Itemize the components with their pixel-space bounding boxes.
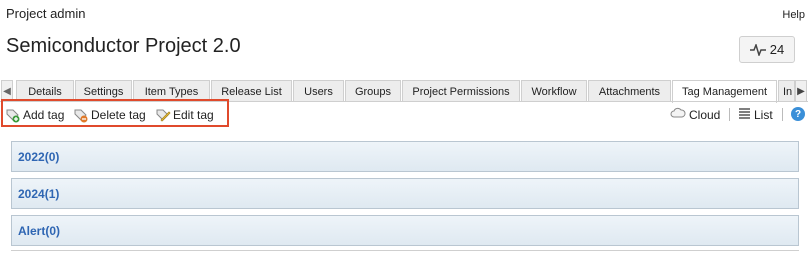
delete-tag-icon bbox=[73, 107, 89, 123]
tag-group-row[interactable]: 2024(1) bbox=[11, 178, 799, 209]
add-tag-icon bbox=[5, 107, 21, 123]
view-separator bbox=[729, 108, 730, 121]
activity-button[interactable]: 24 bbox=[739, 36, 795, 63]
section-title: Project admin bbox=[6, 6, 86, 21]
delete-tag-label: Delete tag bbox=[91, 108, 146, 122]
add-tag-button[interactable]: Add tag bbox=[5, 107, 64, 123]
tag-group-row[interactable]: 2022(0) bbox=[11, 141, 799, 172]
tag-group-row[interactable]: Alert(0) bbox=[11, 215, 799, 246]
help-icon[interactable]: ? bbox=[791, 107, 805, 121]
add-tag-label: Add tag bbox=[23, 108, 65, 122]
list-view-button[interactable]: List bbox=[738, 107, 773, 122]
tab-project-permissions[interactable]: Project Permissions bbox=[402, 80, 520, 102]
list-icon bbox=[738, 107, 751, 122]
list-label: List bbox=[754, 107, 773, 122]
edit-tag-button[interactable]: Edit tag bbox=[155, 107, 214, 123]
project-title: Semiconductor Project 2.0 bbox=[6, 35, 241, 57]
cloud-icon bbox=[670, 107, 686, 122]
delete-tag-button[interactable]: Delete tag bbox=[73, 107, 146, 123]
cloud-view-button[interactable]: Cloud bbox=[670, 107, 720, 122]
tab-groups[interactable]: Groups bbox=[345, 80, 401, 102]
tab-overflow[interactable]: In bbox=[778, 80, 795, 102]
cloud-label: Cloud bbox=[689, 107, 721, 122]
tab-users[interactable]: Users bbox=[293, 80, 344, 102]
activity-count: 24 bbox=[769, 42, 785, 57]
help-link[interactable]: Help bbox=[782, 9, 805, 21]
list-bottom-divider bbox=[11, 250, 799, 251]
edit-tag-icon bbox=[155, 107, 171, 123]
tab-attachments[interactable]: Attachments bbox=[588, 80, 671, 102]
tab-scroll-right-icon[interactable]: ▶ bbox=[795, 80, 807, 102]
help-separator bbox=[782, 108, 783, 121]
tab-workflow[interactable]: Workflow bbox=[521, 80, 587, 102]
edit-tag-label: Edit tag bbox=[173, 108, 214, 122]
activity-pulse-icon bbox=[749, 43, 766, 56]
tab-tag-management[interactable]: Tag Management bbox=[672, 80, 777, 103]
